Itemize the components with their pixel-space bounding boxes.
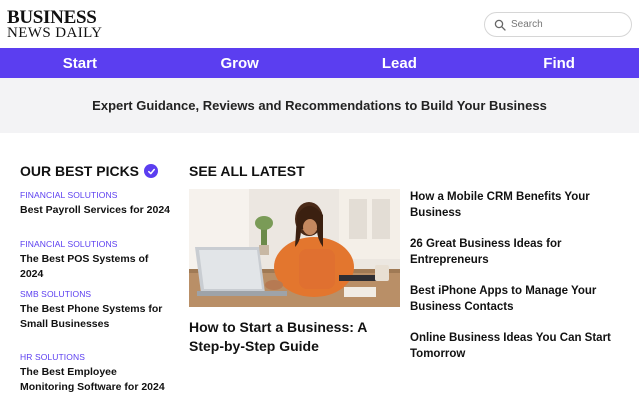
- pick-title[interactable]: The Best POS Systems of 2024: [20, 252, 170, 282]
- pick-title[interactable]: The Best Employee Monitoring Software fo…: [20, 365, 170, 395]
- site-header: BUSINESS NEWS DAILY: [0, 0, 639, 48]
- best-pick-item[interactable]: SMB SOLUTIONS The Best Phone Systems for…: [20, 289, 170, 332]
- nav-item-find[interactable]: Find: [479, 48, 639, 78]
- main-nav: Start Grow Lead Find: [0, 48, 639, 78]
- pick-title[interactable]: Best Payroll Services for 2024: [20, 203, 170, 218]
- nav-item-grow[interactable]: Grow: [160, 48, 320, 78]
- verified-check-icon: [144, 164, 159, 178]
- latest-article-link[interactable]: Best iPhone Apps to Manage Your Business…: [410, 283, 625, 315]
- best-pick-item[interactable]: FINANCIAL SOLUTIONS Best Payroll Service…: [20, 190, 170, 218]
- pick-category[interactable]: HR SOLUTIONS: [20, 352, 170, 362]
- search-icon: [494, 19, 506, 31]
- pick-category[interactable]: FINANCIAL SOLUTIONS: [20, 190, 170, 200]
- feature-article-title[interactable]: How to Start a Business: A Step-by-Step …: [189, 318, 399, 356]
- best-pick-item[interactable]: FINANCIAL SOLUTIONS The Best POS Systems…: [20, 239, 170, 282]
- nav-item-start[interactable]: Start: [0, 48, 160, 78]
- pick-title[interactable]: The Best Phone Systems for Small Busines…: [20, 302, 170, 332]
- feature-article-image[interactable]: [189, 189, 400, 307]
- tagline-text: Expert Guidance, Reviews and Recommendat…: [92, 98, 547, 113]
- latest-article-link[interactable]: Online Business Ideas You Can Start Tomo…: [410, 330, 625, 362]
- search-input[interactable]: [511, 19, 621, 30]
- best-picks-section: OUR BEST PICKS FINANCIAL SOLUTIONS Best …: [20, 163, 170, 393]
- nav-item-lead[interactable]: Lead: [320, 48, 480, 78]
- tagline-banner: Expert Guidance, Reviews and Recommendat…: [0, 78, 639, 133]
- best-pick-item[interactable]: HR SOLUTIONS The Best Employee Monitorin…: [20, 352, 170, 395]
- best-picks-heading: OUR BEST PICKS: [20, 163, 170, 179]
- pick-category[interactable]: SMB SOLUTIONS: [20, 289, 170, 299]
- search-box[interactable]: [484, 12, 632, 37]
- latest-article-link[interactable]: How a Mobile CRM Benefits Your Business: [410, 189, 625, 221]
- site-logo[interactable]: BUSINESS NEWS DAILY: [7, 8, 102, 41]
- see-all-latest-link[interactable]: SEE ALL LATEST: [189, 163, 305, 179]
- best-picks-heading-label: OUR BEST PICKS: [20, 163, 140, 179]
- latest-article-link[interactable]: 26 Great Business Ideas for Entrepreneur…: [410, 236, 625, 268]
- pick-category[interactable]: FINANCIAL SOLUTIONS: [20, 239, 170, 249]
- logo-line-2: NEWS DAILY: [7, 25, 103, 41]
